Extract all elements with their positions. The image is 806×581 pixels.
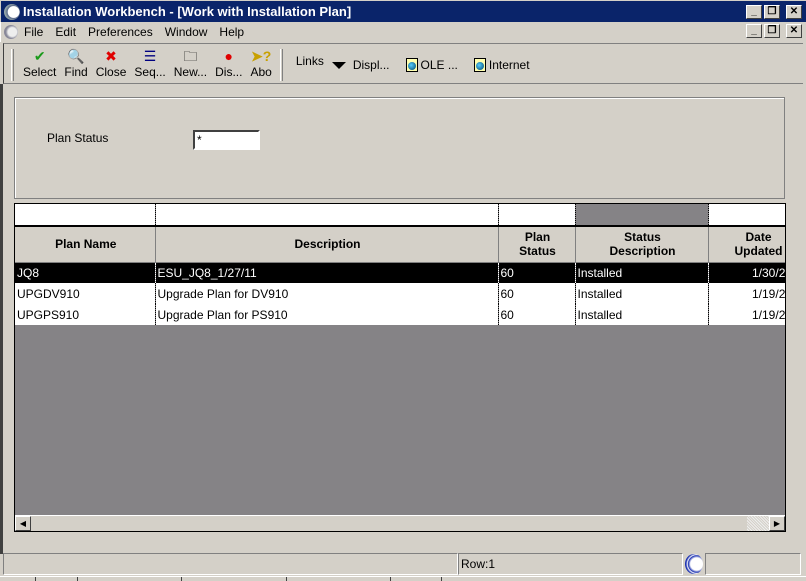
cell-description: ESU_JQ8_1/27/11 [155, 262, 499, 283]
cell-date-updated: 1/19/2011 [708, 304, 785, 325]
cell-description: Upgrade Plan for PS910 [155, 304, 499, 325]
new-folder-icon: 🗀 [183, 48, 198, 64]
cell-date-updated: 1/19/2011 [708, 283, 785, 304]
cell-description: Upgrade Plan for DV910 [155, 283, 499, 304]
status-message-panel [3, 553, 458, 575]
qbe-date-updated[interactable] [708, 204, 785, 227]
col-header-plan-status[interactable]: Plan Status [498, 226, 576, 263]
about-help-icon: ➤? [250, 48, 272, 64]
cell-date-updated: 1/30/2011 [708, 262, 785, 283]
scroll-thumb[interactable] [747, 516, 769, 531]
window-title: Installation Workbench - [Work with Inst… [23, 4, 352, 19]
ole-document-icon [405, 58, 418, 72]
table-row[interactable]: UPGDV910 Upgrade Plan for DV910 60 Insta… [15, 283, 785, 304]
ole-button[interactable]: OLE ... [398, 47, 466, 83]
menu-edit[interactable]: Edit [49, 25, 82, 39]
toolbar-grip[interactable] [11, 49, 14, 81]
taskbar-edge [0, 576, 806, 581]
menu-file[interactable]: File [18, 25, 49, 39]
col-header-plan-name[interactable]: Plan Name [15, 226, 156, 263]
minimize-button[interactable]: _ [746, 4, 762, 19]
close-button[interactable]: ✕ [786, 4, 802, 19]
col-header-date-updated[interactable]: Date Updated [708, 226, 785, 263]
scroll-track[interactable] [31, 516, 769, 531]
filter-panel [14, 97, 785, 199]
display-button[interactable]: ● Dis... [211, 47, 246, 83]
new-button[interactable]: 🗀 New... [170, 47, 211, 83]
plan-grid: Plan Name Description Plan Status Status D… [14, 203, 786, 532]
close-toolbar-button[interactable]: ✖ Close [92, 47, 131, 83]
plan-status-label: Plan Status [47, 131, 109, 145]
cell-status-description: Installed [575, 304, 709, 325]
doc-restore-button[interactable]: ❐ [764, 24, 780, 38]
display-glasses-icon: ● [224, 48, 234, 64]
horizontal-scrollbar[interactable]: ◀ ▶ [15, 515, 785, 531]
menu-preferences[interactable]: Preferences [82, 25, 159, 39]
about-button[interactable]: ➤? Abo [246, 47, 275, 83]
links-button[interactable]: Links [288, 47, 332, 83]
restore-button[interactable]: ❐ [764, 4, 780, 19]
cell-plan-name: UPGPS910 [15, 304, 156, 325]
scroll-left-button[interactable]: ◀ [15, 516, 31, 531]
menu-help[interactable]: Help [213, 25, 250, 39]
table-row[interactable]: JQ8 ESU_JQ8_1/27/11 60 Installed 1/30/20… [15, 262, 785, 283]
dropdown-arrow-icon [331, 61, 346, 69]
plan-status-input[interactable] [193, 130, 260, 150]
scroll-right-button[interactable]: ▶ [769, 516, 785, 531]
toolbar-area: ✔ Select 🔍 Find ✖ Close ☰ Seq... 🗀 New..… [3, 43, 803, 84]
qbe-plan-status[interactable] [498, 204, 576, 227]
row-indicator: Row:1 [458, 553, 683, 575]
document-icon[interactable] [4, 25, 18, 39]
select-button[interactable]: ✔ Select [19, 47, 60, 83]
cell-plan-status: 60 [498, 262, 576, 283]
toolbar: ✔ Select 🔍 Find ✖ Close ☰ Seq... 🗀 New..… [9, 47, 538, 83]
status-bar: Row:1 [3, 553, 803, 575]
find-icon: 🔍 [67, 48, 85, 64]
status-extra-panel [705, 553, 801, 575]
qbe-plan-name[interactable] [15, 204, 156, 227]
title-bar: Installation Workbench - [Work with Inst… [0, 0, 806, 22]
menu-bar: File Edit Preferences Window Help _ ❐ ✕ [0, 22, 806, 42]
internet-button[interactable]: Internet [466, 47, 538, 83]
checkmark-icon: ✔ [33, 48, 46, 64]
sequence-icon: ☰ [143, 48, 157, 64]
display-dropdown[interactable]: Displ... [331, 47, 398, 83]
cell-status-description: Installed [575, 283, 709, 304]
doc-close-button[interactable]: ✕ [786, 24, 802, 38]
globe-icon [685, 554, 703, 574]
qbe-description[interactable] [155, 204, 499, 227]
cell-plan-status: 60 [498, 283, 576, 304]
qbe-status-description [575, 204, 709, 227]
cell-plan-name: UPGDV910 [15, 283, 156, 304]
doc-minimize-button[interactable]: _ [746, 24, 762, 38]
header-row: Plan Name Description Plan Status Status D… [15, 226, 785, 263]
close-x-icon: ✖ [105, 48, 117, 64]
cell-plan-status: 60 [498, 304, 576, 325]
qbe-row [15, 204, 785, 227]
cell-status-description: Installed [575, 262, 709, 283]
menu-window[interactable]: Window [159, 25, 214, 39]
table-row[interactable]: UPGPS910 Upgrade Plan for PS910 60 Insta… [15, 304, 785, 325]
internet-document-icon [473, 58, 486, 72]
col-header-status-description[interactable]: Status Description [575, 226, 709, 263]
app-globe-icon[interactable] [4, 3, 20, 20]
sequence-button[interactable]: ☰ Seq... [130, 47, 169, 83]
find-button[interactable]: 🔍 Find [60, 47, 91, 83]
toolbar-separator [279, 49, 283, 81]
cell-plan-name: JQ8 [15, 262, 156, 283]
col-header-description[interactable]: Description [155, 226, 499, 263]
